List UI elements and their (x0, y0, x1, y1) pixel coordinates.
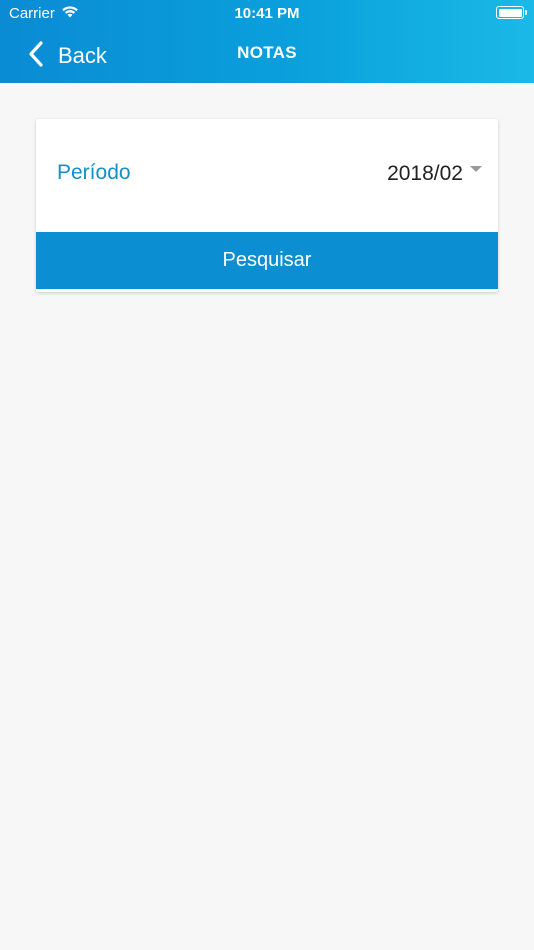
app-header: Carrier 10:41 PM Back NOTAS (0, 0, 534, 83)
page-title: NOTAS (237, 43, 297, 62)
filter-card: Período 2018/02 Pesquisar (36, 119, 498, 292)
periodo-value: 2018/02 (387, 162, 463, 185)
periodo-label: Período (57, 161, 131, 184)
status-time: 10:41 PM (234, 5, 300, 22)
status-bar: Carrier 10:41 PM (0, 0, 534, 28)
caret-down-icon (470, 166, 482, 172)
battery-nub (525, 10, 527, 15)
battery-fill (498, 8, 522, 17)
periodo-dropdown[interactable]: 2018/02 (387, 159, 482, 189)
battery-icon (496, 6, 527, 19)
navigation-bar: Back NOTAS (0, 28, 534, 83)
search-button[interactable]: Pesquisar (36, 232, 498, 289)
periodo-row: Período 2018/02 (36, 119, 498, 232)
